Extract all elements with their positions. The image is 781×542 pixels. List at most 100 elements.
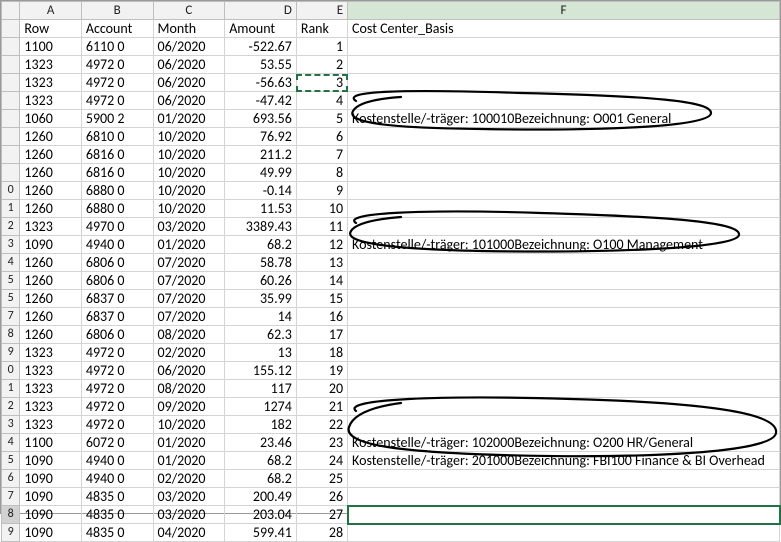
cell-E[interactable]: 13: [296, 254, 347, 272]
cell-C[interactable]: 01/2020: [153, 236, 225, 254]
cell-D[interactable]: 58.78: [225, 254, 297, 272]
row-number[interactable]: 3: [2, 236, 20, 254]
row-number[interactable]: 1: [2, 200, 20, 218]
cell-A[interactable]: 1323: [20, 380, 81, 398]
cell-D[interactable]: 182: [225, 416, 297, 434]
cell-E[interactable]: 8: [296, 164, 347, 182]
cell-B[interactable]: 6806 0: [81, 254, 153, 272]
cell-F[interactable]: [348, 38, 780, 56]
row-number[interactable]: 7: [2, 308, 20, 326]
row-number[interactable]: 9: [2, 524, 20, 542]
cell-A[interactable]: 1100: [20, 38, 81, 56]
cell-B[interactable]: 6880 0: [81, 182, 153, 200]
cell-C[interactable]: 02/2020: [153, 344, 225, 362]
cell-A[interactable]: 1260: [20, 164, 81, 182]
cell-C[interactable]: 07/2020: [153, 254, 225, 272]
col-header-D[interactable]: D: [225, 2, 297, 20]
cell-C[interactable]: 03/2020: [153, 218, 225, 236]
cell-E[interactable]: 22: [296, 416, 347, 434]
cell-C[interactable]: 10/2020: [153, 200, 225, 218]
cell-A[interactable]: 1260: [20, 128, 81, 146]
header-Month[interactable]: Month: [153, 20, 225, 38]
row-number[interactable]: [2, 146, 20, 164]
cell-F[interactable]: [348, 506, 780, 524]
cell-C[interactable]: 10/2020: [153, 164, 225, 182]
cell-C[interactable]: 10/2020: [153, 416, 225, 434]
cell-E[interactable]: 26: [296, 488, 347, 506]
cell-E[interactable]: 4: [296, 92, 347, 110]
cell-E[interactable]: 7: [296, 146, 347, 164]
cell-B[interactable]: 4940 0: [81, 452, 153, 470]
cell-C[interactable]: 03/2020: [153, 506, 225, 524]
cell-D[interactable]: 35.99: [225, 290, 297, 308]
cell-A[interactable]: 1090: [20, 506, 81, 524]
cell-B[interactable]: 6816 0: [81, 164, 153, 182]
cell-B[interactable]: 4972 0: [81, 74, 153, 92]
row-number[interactable]: [2, 74, 20, 92]
cell-C[interactable]: 10/2020: [153, 182, 225, 200]
cell-F[interactable]: [348, 362, 780, 380]
cell-B[interactable]: 4972 0: [81, 56, 153, 74]
cell-C[interactable]: 01/2020: [153, 452, 225, 470]
cell-D[interactable]: 60.26: [225, 272, 297, 290]
row-number[interactable]: 8: [2, 506, 20, 524]
cell-B[interactable]: 6806 0: [81, 272, 153, 290]
cell-D[interactable]: 14: [225, 308, 297, 326]
col-header-B[interactable]: B: [81, 2, 153, 20]
cell-F[interactable]: [348, 380, 780, 398]
cell-F[interactable]: [348, 416, 780, 434]
cell-F[interactable]: [348, 272, 780, 290]
cell-D[interactable]: 693.56: [225, 110, 297, 128]
cell-E[interactable]: 28: [296, 524, 347, 542]
cell-A[interactable]: 1100: [20, 434, 81, 452]
cell-F[interactable]: [348, 344, 780, 362]
cell-B[interactable]: 4940 0: [81, 236, 153, 254]
cell-D[interactable]: 117: [225, 380, 297, 398]
cell-D[interactable]: 155.12: [225, 362, 297, 380]
cell-F[interactable]: [348, 164, 780, 182]
cell-F[interactable]: [348, 92, 780, 110]
cell-A[interactable]: 1323: [20, 362, 81, 380]
row-number[interactable]: 7: [2, 488, 20, 506]
cell-A[interactable]: 1323: [20, 398, 81, 416]
cell-A[interactable]: 1090: [20, 470, 81, 488]
cell-A[interactable]: 1260: [20, 182, 81, 200]
cell-C[interactable]: 08/2020: [153, 380, 225, 398]
row-number[interactable]: 1: [2, 380, 20, 398]
cell-A[interactable]: 1260: [20, 290, 81, 308]
cell-F[interactable]: [348, 56, 780, 74]
cell-D[interactable]: 49.99: [225, 164, 297, 182]
cell-F[interactable]: [348, 326, 780, 344]
cell-D[interactable]: 211.2: [225, 146, 297, 164]
cell-D[interactable]: -522.67: [225, 38, 297, 56]
cell-F[interactable]: [348, 470, 780, 488]
cell-C[interactable]: 07/2020: [153, 290, 225, 308]
row-number[interactable]: [2, 110, 20, 128]
cell-A[interactable]: 1260: [20, 272, 81, 290]
header-CostCenter[interactable]: Cost Center_Basis: [348, 20, 780, 38]
cell-D[interactable]: 53.55: [225, 56, 297, 74]
cell-C[interactable]: 09/2020: [153, 398, 225, 416]
cell-C[interactable]: 06/2020: [153, 92, 225, 110]
row-number[interactable]: [2, 128, 20, 146]
cell-C[interactable]: 06/2020: [153, 56, 225, 74]
cell-A[interactable]: 1260: [20, 146, 81, 164]
cell-E[interactable]: 25: [296, 470, 347, 488]
cell-D[interactable]: 13: [225, 344, 297, 362]
cell-F[interactable]: [348, 254, 780, 272]
cell-C[interactable]: 04/2020: [153, 524, 225, 542]
row-number[interactable]: 5: [2, 452, 20, 470]
cell-B[interactable]: 6072 0: [81, 434, 153, 452]
cell-F[interactable]: Kostenstelle/-träger: 101000Bezeichnung:…: [348, 236, 780, 254]
cell-B[interactable]: 4972 0: [81, 344, 153, 362]
corner-cell[interactable]: [2, 2, 20, 20]
cell-A[interactable]: 1260: [20, 254, 81, 272]
row-number[interactable]: 5: [2, 272, 20, 290]
cell-A[interactable]: 1323: [20, 92, 81, 110]
cell-E[interactable]: 1: [296, 38, 347, 56]
cell-F[interactable]: [348, 146, 780, 164]
cell-C[interactable]: 02/2020: [153, 470, 225, 488]
cell-E[interactable]: 5: [296, 110, 347, 128]
cell-E[interactable]: 27: [296, 506, 347, 524]
row-number[interactable]: 8: [2, 326, 20, 344]
